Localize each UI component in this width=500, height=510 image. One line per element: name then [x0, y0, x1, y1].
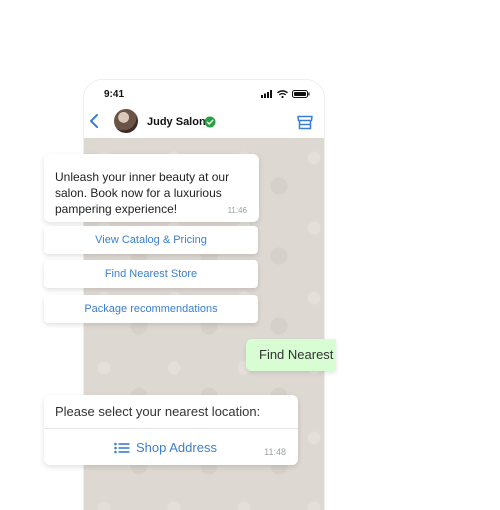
back-icon[interactable] [86, 112, 104, 130]
shop-address-label: Shop Address [136, 440, 217, 455]
avatar[interactable] [114, 109, 138, 133]
location-prompt-time: 11:48 [264, 447, 286, 457]
status-icons [261, 90, 310, 98]
list-icon [114, 442, 130, 453]
outgoing-message-text: Find Nearest Store [259, 347, 336, 362]
chat-header: Judy Salon [84, 106, 324, 138]
welcome-message-time: 11:46 [227, 206, 247, 215]
battery-icon [292, 90, 310, 98]
contact-name[interactable]: Judy Salon [147, 116, 206, 128]
welcome-message: Unleash your inner beauty at our salon. … [44, 154, 259, 222]
view-catalog-button[interactable]: View Catalog & Pricing [44, 226, 258, 254]
signal-icon [261, 90, 272, 98]
wifi-icon [277, 90, 288, 98]
store-icon[interactable] [296, 113, 314, 131]
outgoing-message: Find Nearest Store [246, 339, 336, 371]
location-prompt-message: Please select your nearest location: Sho… [44, 395, 298, 465]
status-bar: 9:41 [84, 80, 324, 106]
location-prompt-text: Please select your nearest location: [55, 404, 261, 419]
welcome-message-text: Unleash your inner beauty at our salon. … [55, 170, 230, 217]
package-recommendations-button[interactable]: Package recommendations [44, 295, 258, 323]
find-nearest-store-button[interactable]: Find Nearest Store [44, 260, 258, 288]
status-time: 9:41 [104, 89, 125, 100]
divider [44, 428, 298, 429]
shop-address-button[interactable]: Shop Address [114, 440, 217, 455]
verified-icon [204, 116, 216, 128]
